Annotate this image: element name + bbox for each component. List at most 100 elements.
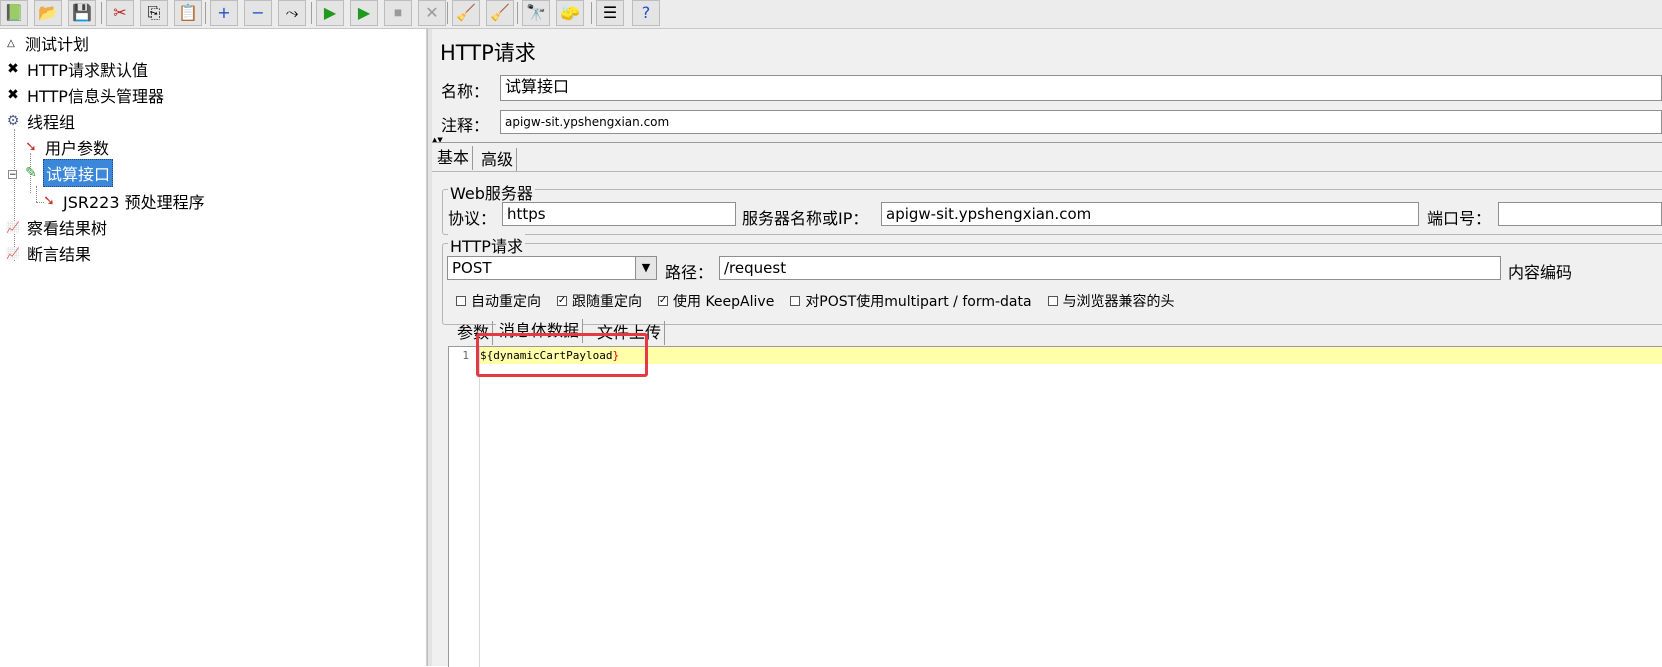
tree-item-label: 线程组	[27, 113, 76, 132]
browser-headers-option[interactable]: 与浏览器兼容的头	[1047, 291, 1175, 311]
collapse-icon[interactable]: −	[244, 0, 272, 26]
tree-item-jsr223-preprocessor[interactable]: ➘ JSR223 预处理程序	[40, 189, 207, 213]
auto-redirect-checkbox[interactable]	[456, 296, 466, 306]
toolbar-separator	[101, 2, 102, 24]
toolbar-separator	[311, 2, 312, 24]
tree-item-view-results-tree[interactable]: 📈 察看结果树	[4, 215, 109, 239]
auto-redirect-option[interactable]: 自动重定向	[456, 291, 541, 311]
line-number: 1	[462, 349, 469, 362]
thread-group-icon: ⚙	[6, 113, 20, 129]
method-select[interactable]: POST ▼	[447, 256, 657, 280]
path-input[interactable]: /request	[719, 256, 1501, 280]
templates-icon[interactable]: 📗	[0, 0, 28, 26]
clear-icon[interactable]: 🧹	[452, 0, 480, 26]
tab-advanced[interactable]: 高级	[478, 148, 518, 172]
tree-connector	[36, 186, 37, 202]
start-no-pause-icon[interactable]: ▶	[350, 0, 378, 26]
config-icon: ✖	[7, 87, 19, 103]
follow-redirect-checkbox[interactable]: ✓	[557, 296, 567, 306]
toolbar-separator	[205, 2, 206, 24]
tree-item-http-defaults[interactable]: ✖ HTTP请求默认值	[4, 57, 150, 81]
tree-item-label: HTTP信息头管理器	[27, 87, 164, 106]
checkbox-label: 与浏览器兼容的头	[1062, 294, 1175, 310]
chevron-down-icon[interactable]: ▼	[635, 257, 656, 279]
start-icon[interactable]: ▶	[316, 0, 344, 26]
stop-icon[interactable]: ⏹	[384, 0, 412, 26]
multipart-checkbox[interactable]	[790, 296, 801, 306]
shutdown-icon[interactable]: ✕	[418, 0, 446, 26]
comment-input[interactable]: apigw-sit.ypshengxian.com	[500, 110, 1662, 134]
save-icon[interactable]: 💾	[68, 0, 96, 26]
browser-headers-checkbox[interactable]	[1047, 296, 1058, 306]
reset-search-icon[interactable]: 🧽	[556, 0, 584, 26]
comment-label: 注释：	[441, 116, 490, 135]
method-value: POST	[452, 259, 492, 277]
divider	[432, 171, 1662, 172]
tree-item-assertion-results[interactable]: 📈 断言结果	[4, 241, 93, 265]
test-plan-tree: − △ 测试计划 ✖ HTTP请求默认值 ✖ HTTP信息头管理器 ⚙ 线程组 …	[0, 29, 427, 666]
help-icon[interactable]: ?	[632, 0, 660, 26]
tree-item-user-parameters[interactable]: ➘ 用户参数	[22, 135, 111, 159]
protocol-label: 协议：	[448, 209, 497, 228]
test-plan-icon: △	[7, 37, 15, 49]
toolbar: 📗 📂 💾 ✂ ⎘ 📋 + − ⤳ ▶ ▶ ⏹ ✕ 🧹 🧹 🔭 🧽 ☰?	[0, 0, 1662, 29]
keepalive-option[interactable]: ✓ 使用 KeepAlive	[658, 291, 774, 311]
multipart-option[interactable]: 对POST使用multipart / form-data	[790, 291, 1032, 311]
web-server-group-title: Web服务器	[448, 180, 535, 204]
paste-icon[interactable]: 📋	[174, 0, 202, 26]
port-label: 端口号：	[1427, 209, 1492, 228]
collapse-node-toggle[interactable]: −	[8, 170, 17, 180]
name-input[interactable]: 试算接口	[500, 75, 1662, 101]
open-icon[interactable]: 📂	[34, 0, 62, 26]
toolbar-separator	[591, 2, 592, 24]
follow-redirect-option[interactable]: ✓ 跟随重定向	[557, 291, 642, 311]
listener-icon: 📈	[6, 246, 20, 260]
protocol-input[interactable]: https	[502, 202, 736, 226]
path-label: 路径：	[665, 263, 714, 282]
current-line-highlight	[480, 347, 1662, 364]
http-request-group-title: HTTP请求	[448, 233, 525, 257]
tree-item-label: 断言结果	[27, 245, 92, 264]
divider	[432, 142, 1662, 143]
body-data-editor[interactable]: 1 ${dynamicCartPayload}	[448, 346, 1662, 667]
checkbox-label: 跟随重定向	[572, 294, 642, 310]
config-icon: ✖	[7, 61, 19, 77]
search-icon[interactable]: 🔭	[522, 0, 550, 26]
checkbox-label: 对POST使用multipart / form-data	[805, 294, 1032, 310]
tree-item-label: 察看结果树	[27, 219, 108, 238]
tree-item-label: 用户参数	[45, 139, 110, 158]
server-label: 服务器名称或IP：	[742, 209, 869, 228]
tree-item-label: 试算接口	[43, 159, 114, 187]
clear-all-icon[interactable]: 🧹	[486, 0, 514, 26]
copy-icon[interactable]: ⎘	[140, 0, 168, 26]
function-helper-icon[interactable]: ☰	[596, 0, 624, 26]
port-input[interactable]	[1498, 202, 1662, 226]
options-row: 自动重定向 ✓ 跟随重定向 ✓ 使用 KeepAlive 对POST使用multip…	[456, 291, 1191, 311]
tree-item-test-plan[interactable]: △ 测试计划	[2, 31, 91, 55]
tree-item-trial-api[interactable]: ✎ 试算接口	[22, 159, 114, 187]
checkbox-label: 使用 KeepAlive	[673, 294, 775, 310]
line-number-gutter: 1	[449, 347, 480, 667]
keepalive-checkbox[interactable]: ✓	[658, 296, 668, 306]
sampler-icon: ✎	[25, 165, 37, 181]
listener-icon: 📈	[6, 220, 20, 234]
toolbar-separator	[517, 2, 518, 24]
tree-item-thread-group[interactable]: ⚙ 线程组	[4, 109, 77, 133]
panel-title: HTTP请求	[440, 41, 536, 65]
preprocessor-icon: ➘	[43, 193, 55, 209]
tree-item-label: 测试计划	[25, 35, 90, 54]
tree-item-label: HTTP请求默认值	[27, 61, 148, 80]
expand-icon[interactable]: +	[210, 0, 238, 26]
toolbar-separator	[447, 2, 448, 24]
highlight-annotation-box	[476, 333, 648, 377]
server-input[interactable]: apigw-sit.ypshengxian.com	[881, 202, 1419, 226]
content-encoding-label: 内容编码	[1508, 263, 1573, 282]
tree-item-header-manager[interactable]: ✖ HTTP信息头管理器	[4, 83, 166, 107]
cut-icon[interactable]: ✂	[106, 0, 134, 26]
tab-basic[interactable]: 基本	[434, 146, 474, 170]
toggle-icon[interactable]: ⤳	[278, 0, 306, 26]
preprocessor-icon: ➘	[25, 139, 37, 155]
checkbox-label: 自动重定向	[471, 294, 541, 310]
name-label: 名称：	[441, 82, 490, 101]
tree-item-label: JSR223 预处理程序	[63, 193, 205, 212]
